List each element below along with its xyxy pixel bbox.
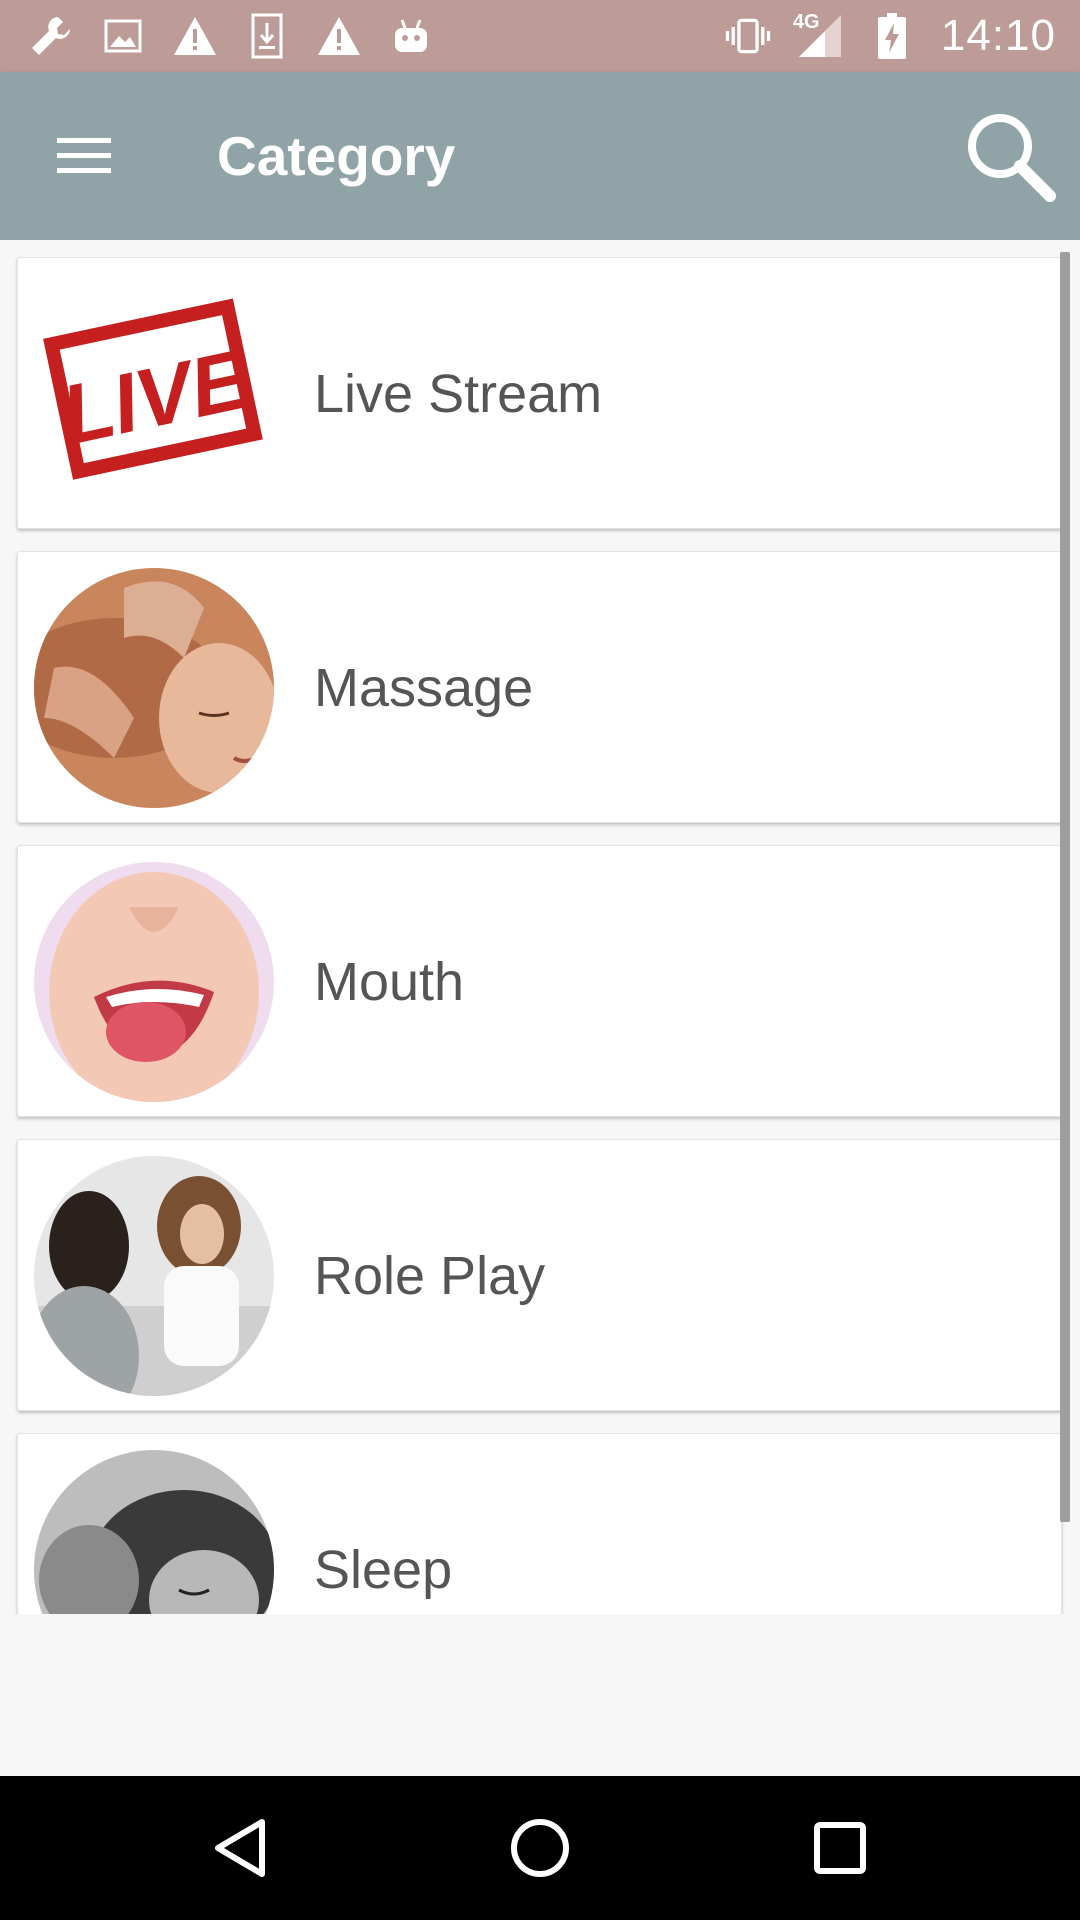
role-play-photo — [34, 1156, 274, 1396]
vibrate-icon — [725, 13, 771, 59]
wrench-icon — [28, 13, 74, 59]
category-label: Mouth — [314, 952, 465, 1012]
status-left-icons — [28, 13, 434, 59]
battery-charging-icon — [869, 13, 915, 59]
mouth-photo — [34, 862, 274, 1102]
scrollbar[interactable] — [1060, 252, 1070, 1522]
category-label: Live Stream — [314, 364, 603, 424]
system-nav-bar — [0, 1776, 1080, 1920]
category-item-mouth[interactable]: Mouth — [17, 845, 1062, 1117]
home-circle-icon[interactable] — [490, 1798, 590, 1898]
back-triangle-icon[interactable] — [190, 1798, 290, 1898]
screen: 4G 14:10 Category LIVE Live Stream Massa… — [0, 0, 1080, 1920]
android-icon — [388, 13, 434, 59]
page-title: Category — [217, 125, 456, 187]
sleep-photo — [34, 1450, 274, 1614]
warning-icon — [316, 13, 362, 59]
category-label: Sleep — [314, 1540, 453, 1600]
status-right-icons: 4G 14:10 — [725, 11, 1056, 61]
massage-photo — [34, 568, 274, 808]
image-icon — [100, 13, 146, 59]
category-label: Massage — [314, 658, 534, 718]
category-item-massage[interactable]: Massage — [17, 551, 1062, 823]
live-stamp-image: LIVE — [34, 274, 274, 514]
status-bar: 4G 14:10 — [0, 0, 1080, 72]
app-toolbar: Category — [0, 72, 1080, 240]
download-icon — [244, 13, 290, 59]
signal-icon: 4G — [793, 11, 843, 59]
hamburger-menu-icon[interactable] — [34, 106, 134, 206]
network-type-label: 4G — [792, 11, 820, 33]
category-item-sleep[interactable]: Sleep — [17, 1433, 1062, 1614]
recents-square-icon[interactable] — [790, 1798, 890, 1898]
clock-time: 14:10 — [940, 11, 1056, 60]
warning-icon — [172, 13, 218, 59]
category-item-live-stream[interactable]: LIVE Live Stream — [17, 257, 1062, 529]
search-icon[interactable] — [960, 106, 1060, 206]
category-list[interactable]: LIVE Live Stream Massage Mouth Role Play… — [0, 240, 1080, 1614]
category-item-role-play[interactable]: Role Play — [17, 1139, 1062, 1411]
category-label: Role Play — [314, 1246, 546, 1306]
